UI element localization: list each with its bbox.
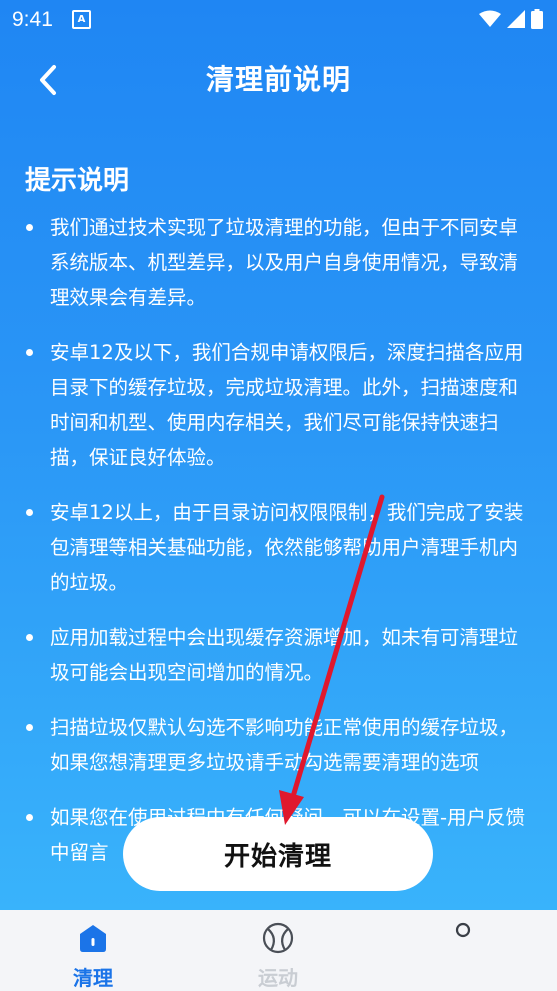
nav-label-sport: 运动: [258, 966, 298, 990]
bullet-dot: [26, 224, 33, 231]
sport-ball-icon: [262, 922, 294, 954]
tip-item: 安卓12以上，由于目录访问权限限制，我们完成了安装包清理等相关基础功能，依然能够…: [26, 495, 536, 600]
system-icons: [479, 9, 543, 29]
bullet-dot: [26, 814, 33, 821]
tip-text: 安卓12以上，由于目录访问权限限制，我们完成了安装包清理等相关基础功能，依然能够…: [50, 501, 524, 594]
status-time: 9:41: [12, 8, 53, 31]
bottom-nav: 清理 运动: [0, 910, 557, 990]
circle-icon: [455, 922, 471, 938]
battery-icon: [531, 9, 543, 29]
wifi-icon: [479, 10, 501, 27]
status-bar: 9:41 A: [0, 0, 557, 40]
bullet-dot: [26, 634, 33, 641]
tip-item: 我们通过技术实现了垃圾清理的功能，但由于不同安卓系统版本、机型差异，以及用户自身…: [26, 210, 536, 315]
bullet-dot: [26, 509, 33, 516]
bullet-dot: [26, 349, 33, 356]
nav-item-clean[interactable]: 清理: [53, 910, 133, 990]
home-icon: [80, 925, 106, 952]
nav-item-sport[interactable]: 运动: [238, 910, 318, 990]
section-title: 提示说明: [25, 166, 130, 196]
tip-item: 应用加载过程中会出现缓存资源增加，如未有可清理垃圾可能会出现空间增加的情况。: [26, 620, 536, 690]
page-title: 清理前说明: [205, 63, 351, 96]
tip-item: 扫描垃圾仅默认勾选不影响功能正常使用的缓存垃圾，如果您想清理更多垃圾请手动勾选需…: [26, 710, 536, 780]
notification-icon: A: [72, 10, 91, 29]
tip-item: 安卓12及以下，我们合规申请权限后，深度扫描各应用目录下的缓存垃圾，完成垃圾清理…: [26, 335, 536, 475]
signal-icon: [507, 10, 525, 28]
bullet-dot: [26, 724, 33, 731]
tip-text: 扫描垃圾仅默认勾选不影响功能正常使用的缓存垃圾，如果您想清理更多垃圾请手动勾选需…: [50, 716, 519, 774]
app-screen: 9:41 A 清理前说明 提示说明 我们通过技术实现了垃圾清理的功能，但由于不同…: [0, 0, 557, 910]
nav-item-third[interactable]: [423, 910, 503, 990]
tip-text: 安卓12及以下，我们合规申请权限后，深度扫描各应用目录下的缓存垃圾，完成垃圾清理…: [50, 341, 524, 469]
tip-text: 应用加载过程中会出现缓存资源增加，如未有可清理垃圾可能会出现空间增加的情况。: [50, 626, 519, 684]
start-cleaning-button[interactable]: 开始清理: [123, 817, 433, 891]
nav-label-clean: 清理: [73, 966, 113, 990]
tips-list: 我们通过技术实现了垃圾清理的功能，但由于不同安卓系统版本、机型差异，以及用户自身…: [26, 210, 536, 890]
tip-text: 我们通过技术实现了垃圾清理的功能，但由于不同安卓系统版本、机型差异，以及用户自身…: [50, 216, 519, 309]
